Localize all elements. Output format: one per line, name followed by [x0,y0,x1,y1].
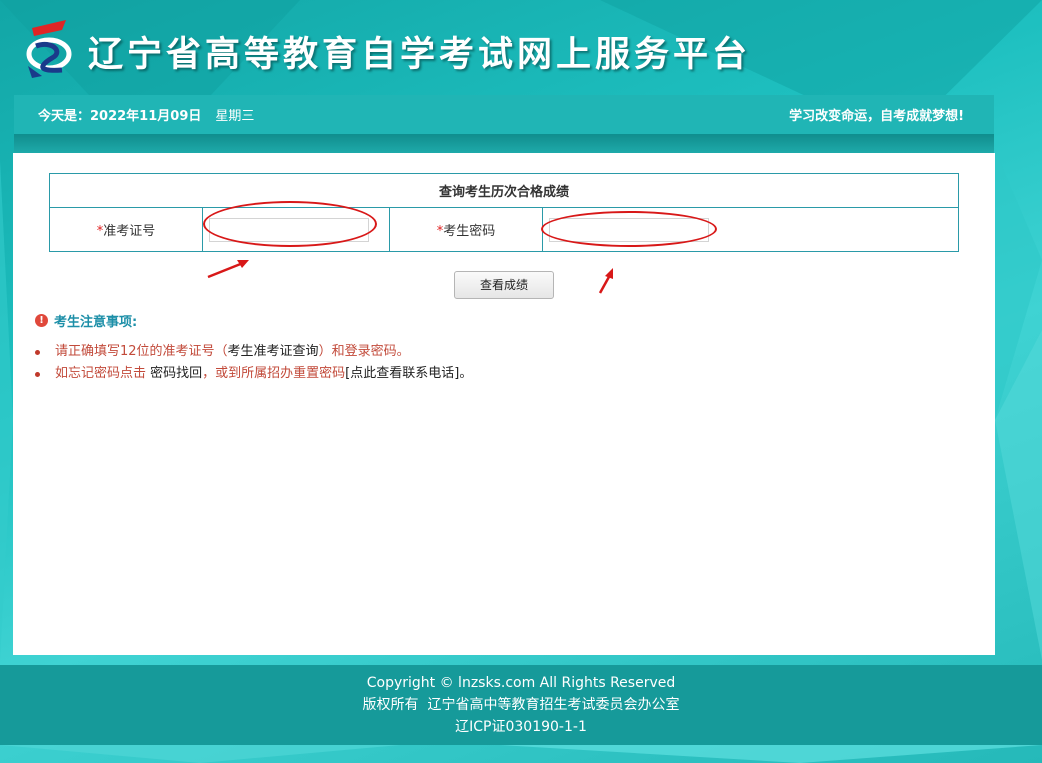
password-label: *考生密码 [389,207,543,252]
owner-text: 版权所有 辽宁省高中等教育招生考试委员会办公室 [362,697,680,713]
exam-id-input[interactable] [209,217,369,242]
logo-icon [26,20,72,78]
warning-icon: ! [35,314,48,327]
exam-id-cell [202,207,390,252]
exam-id-lookup-link[interactable]: 考生准考证查询 [228,344,319,359]
site-header: 辽宁省高等教育自学考试网上服务平台 [0,0,1042,95]
date-bar: 今天是：2022年11月09日 星期三 学习改变命运，自考成就梦想! [14,95,994,135]
contact-phone-link[interactable]: [点此查看联系电话]。 [345,366,472,381]
password-cell [542,207,959,252]
note-text: 请正确填写12位的准考证号（ [55,344,228,359]
note-text: ）和登录密码。 [318,344,410,359]
icp-text[interactable]: 辽ICP证030190-1-1 [0,716,1042,738]
site-title: 辽宁省高等教育自学考试网上服务平台 [88,35,752,75]
notes-title: ! 考生注意事项: [35,311,137,330]
exam-id-label-text: 准考证号 [103,224,156,239]
password-recovery-link[interactable]: 密码找回 [150,366,202,381]
note-text: ，或到所属招办重置密码 [202,366,346,381]
password-input[interactable] [549,217,709,242]
site-footer: Copyright © lnzsks.com All Rights Reserv… [0,665,1042,745]
current-date: 今天是：2022年11月09日 [38,109,202,124]
main-panel: 查询考生历次合格成绩 *准考证号 *考生密码 查看成绩 ! 考生注意事项: 请正… [13,153,995,655]
exam-id-label: *准考证号 [49,207,203,252]
notes-title-text: 考生注意事项: [54,315,138,330]
annotation-arrow-right [598,268,613,294]
view-score-button[interactable]: 查看成绩 [454,271,554,299]
annotation-arrow-left [207,260,249,279]
score-query-form: 查询考生历次合格成绩 *准考证号 *考生密码 [49,173,959,252]
password-label-text: 考生密码 [443,224,496,239]
list-item: 如忘记密码点击 密码找回，或到所属招办重置密码[点此查看联系电话]。 [35,363,472,385]
current-weekday: 星期三 [215,109,255,124]
list-item: 请正确填写12位的准考证号（考生准考证查询）和登录密码。 [35,341,472,363]
copyright-text: Copyright © lnzsks.com All Rights Reserv… [366,675,676,691]
slogan: 学习改变命运，自考成就梦想! [789,109,964,124]
date-bar-shadow [14,135,994,153]
form-title: 查询考生历次合格成绩 [49,173,959,208]
note-text: 如忘记密码点击 [55,366,151,381]
notes-list: 请正确填写12位的准考证号（考生准考证查询）和登录密码。 如忘记密码点击 密码找… [35,341,472,385]
